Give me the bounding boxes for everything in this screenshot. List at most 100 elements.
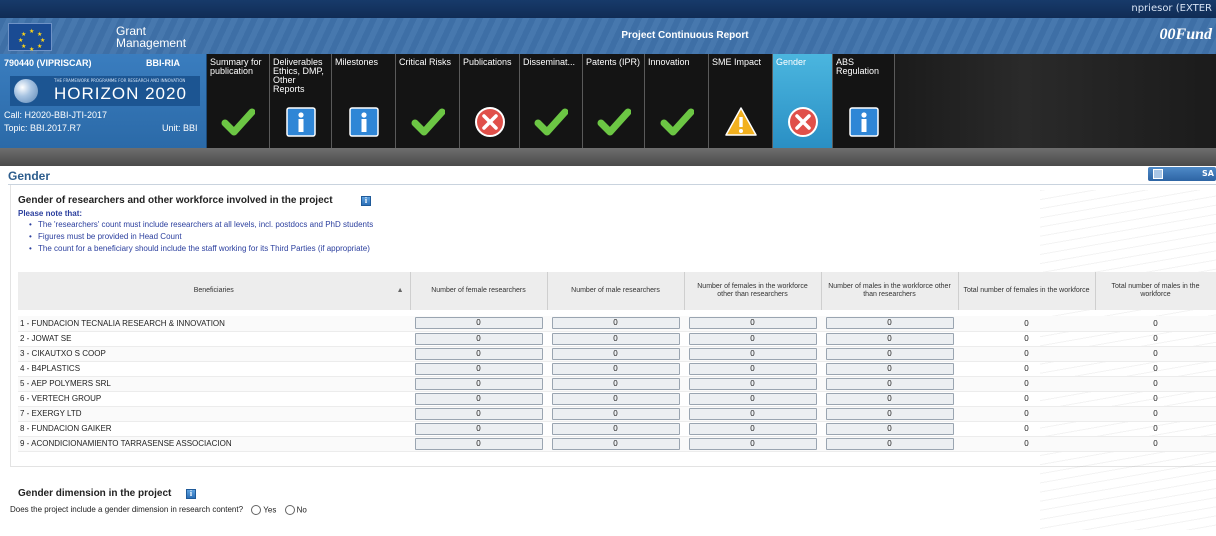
male-researchers-input[interactable]: 0	[551, 392, 680, 405]
workforce-title: Gender of researchers and other workforc…	[18, 195, 333, 206]
info-icon	[847, 105, 881, 139]
error-icon	[473, 105, 507, 139]
females-other-input[interactable]: 0	[688, 407, 817, 420]
table-row: 4 - B4PLASTICS 0 0 0 0 0 0	[18, 361, 1216, 377]
females-other-input[interactable]: 0	[688, 317, 817, 330]
column-header-beneficiaries[interactable]: Beneficiaries ▲	[18, 272, 411, 310]
beneficiary-name: 5 - AEP POLYMERS SRL	[18, 376, 410, 392]
column-header-females-other: Number of females in the workforce other…	[684, 272, 822, 310]
males-other-input[interactable]: 0	[825, 317, 954, 330]
male-researchers-input[interactable]: 0	[551, 362, 680, 375]
tab-milestones[interactable]: Milestones	[332, 54, 396, 148]
male-researchers-cell: 0	[547, 346, 684, 362]
male-researchers-input[interactable]: 0	[551, 422, 680, 435]
total-females: 0	[958, 346, 1095, 362]
total-males: 0	[1095, 391, 1216, 407]
females-other-input[interactable]: 0	[688, 392, 817, 405]
tab-innovation[interactable]: Innovation	[645, 54, 709, 148]
report-title: Project Continuous Report	[621, 30, 749, 41]
column-header-male-researchers: Number of male researchers	[547, 272, 685, 310]
male-researchers-input[interactable]: 0	[551, 437, 680, 450]
user-bar: npriesor (EXTER	[0, 0, 1216, 18]
female-researchers-cell: 0	[410, 316, 547, 332]
tab-publications[interactable]: Publications	[460, 54, 520, 148]
tab-abs[interactable]: ABS Regulation	[833, 54, 895, 148]
males-other-input[interactable]: 0	[825, 377, 954, 390]
female-researchers-input[interactable]: 0	[414, 422, 543, 435]
radio-no-label[interactable]: No	[297, 506, 307, 515]
total-females: 0	[958, 421, 1095, 437]
user-name[interactable]: npriesor (EXTER	[1131, 3, 1212, 14]
note-item: The count for a beneficiary should inclu…	[38, 243, 373, 255]
female-researchers-input[interactable]: 0	[414, 407, 543, 420]
male-researchers-input[interactable]: 0	[551, 407, 680, 420]
table-row: 8 - FUNDACION GAIKER 0 0 0 0 0 0	[18, 421, 1216, 437]
males-other-input[interactable]: 0	[825, 437, 954, 450]
females-other-input[interactable]: 0	[688, 332, 817, 345]
female-researchers-cell: 0	[410, 346, 547, 362]
male-researchers-input[interactable]: 0	[551, 332, 680, 345]
male-researchers-cell: 0	[547, 361, 684, 377]
table-header-row: Beneficiaries ▲ Number of female research…	[18, 272, 1216, 310]
females-other-cell: 0	[684, 316, 821, 332]
tab-critical-risks[interactable]: Critical Risks	[396, 54, 460, 148]
females-other-cell: 0	[684, 406, 821, 422]
check-icon	[597, 105, 631, 139]
workforce-info-icon[interactable]: i	[361, 196, 371, 206]
tab-sme-impact[interactable]: SME Impact	[709, 54, 773, 148]
females-other-input[interactable]: 0	[688, 422, 817, 435]
males-other-input[interactable]: 0	[825, 347, 954, 360]
table-row: 3 - CIKAUTXO S COOP 0 0 0 0 0 0	[18, 346, 1216, 362]
female-researchers-input[interactable]: 0	[414, 392, 543, 405]
females-other-input[interactable]: 0	[688, 347, 817, 360]
males-other-cell: 0	[821, 391, 958, 407]
total-males: 0	[1095, 361, 1216, 377]
check-icon	[660, 105, 694, 139]
tab-label: Patents (IPR)	[586, 58, 641, 67]
column-header-total-females: Total number of females in the workforce	[958, 272, 1096, 310]
tab-label: Critical Risks	[399, 58, 452, 67]
male-researchers-input[interactable]: 0	[551, 317, 680, 330]
sort-asc-icon[interactable]: ▲	[397, 287, 404, 295]
males-other-input[interactable]: 0	[825, 422, 954, 435]
total-females: 0	[958, 436, 1095, 452]
female-researchers-input[interactable]: 0	[414, 377, 543, 390]
radio-no[interactable]	[284, 505, 295, 515]
note-item: Figures must be provided in Head Count	[38, 231, 373, 243]
females-other-input[interactable]: 0	[688, 437, 817, 450]
tab-gender[interactable]: Gender	[773, 54, 833, 148]
males-other-input[interactable]: 0	[825, 392, 954, 405]
females-other-cell: 0	[684, 436, 821, 452]
females-other-input[interactable]: 0	[688, 377, 817, 390]
workforce-title-text: Gender of researchers and other workforc…	[18, 195, 333, 206]
tab-patents-ipr[interactable]: Patents (IPR)	[583, 54, 645, 148]
males-other-input[interactable]: 0	[825, 332, 954, 345]
project-type: BBI-RIA	[146, 58, 180, 68]
radio-yes-label[interactable]: Yes	[263, 506, 276, 515]
female-researchers-cell: 0	[410, 331, 547, 347]
female-researchers-input[interactable]: 0	[414, 362, 543, 375]
gender-dimension-info-icon[interactable]: i	[186, 489, 196, 499]
female-researchers-input[interactable]: 0	[414, 332, 543, 345]
tab-disseminat[interactable]: Disseminat...	[520, 54, 583, 148]
female-researchers-input[interactable]: 0	[414, 347, 543, 360]
female-researchers-input[interactable]: 0	[414, 317, 543, 330]
females-other-cell: 0	[684, 331, 821, 347]
total-females: 0	[958, 406, 1095, 422]
report-tabs: Summary for publication Deliverables Ethi…	[207, 54, 1216, 148]
male-researchers-input[interactable]: 0	[551, 347, 680, 360]
females-other-input[interactable]: 0	[688, 362, 817, 375]
female-researchers-cell: 0	[410, 361, 547, 377]
female-researchers-input[interactable]: 0	[414, 437, 543, 450]
males-other-cell: 0	[821, 316, 958, 332]
total-females: 0	[958, 361, 1095, 377]
tab-deliverables[interactable]: Deliverables Ethics, DMP, Other Reports	[270, 54, 332, 148]
save-button[interactable]: SA	[1148, 167, 1216, 181]
males-other-input[interactable]: 0	[825, 407, 954, 420]
males-other-cell: 0	[821, 361, 958, 377]
male-researchers-input[interactable]: 0	[551, 377, 680, 390]
males-other-input[interactable]: 0	[825, 362, 954, 375]
tab-summary-for[interactable]: Summary for publication	[207, 54, 270, 148]
males-other-cell: 0	[821, 331, 958, 347]
radio-yes[interactable]	[251, 505, 262, 515]
